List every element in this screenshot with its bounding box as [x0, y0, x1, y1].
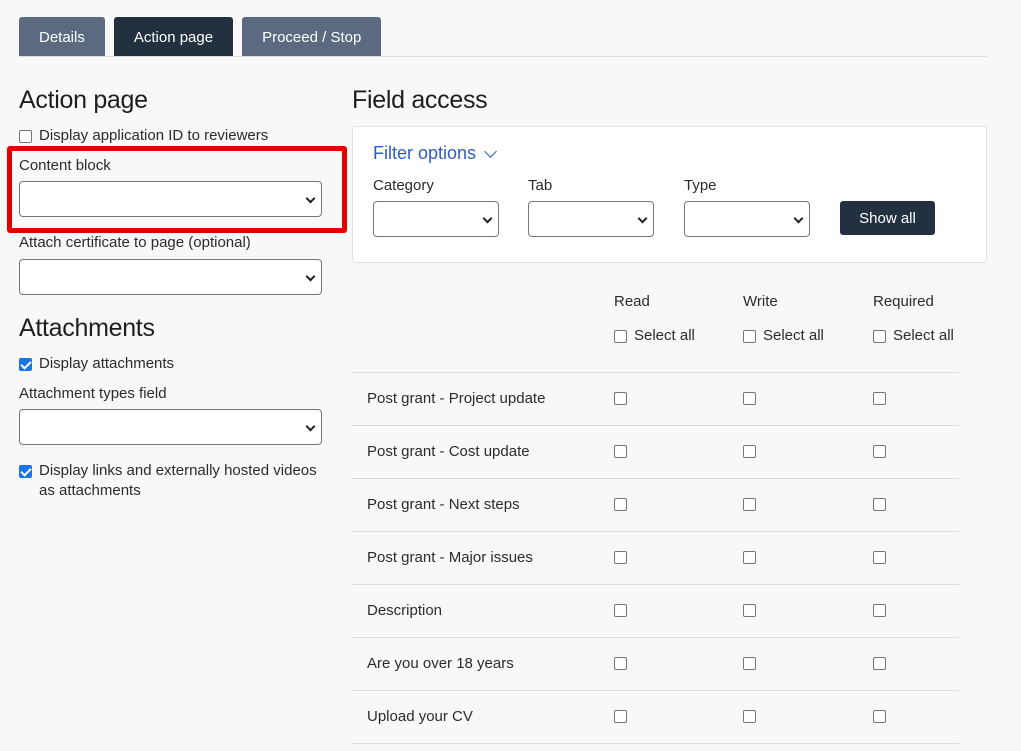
- filter-options-toggle[interactable]: Filter options: [373, 143, 497, 164]
- read-checkbox[interactable]: [614, 710, 627, 723]
- row-divider: [352, 372, 959, 373]
- table-row-label: Description: [367, 602, 443, 619]
- write-checkbox[interactable]: [743, 445, 756, 458]
- required-checkbox[interactable]: [873, 604, 886, 617]
- display-links-checkbox[interactable]: [19, 465, 32, 478]
- display-app-id-label: Display application ID to reviewers: [39, 127, 269, 144]
- display-app-id-checkbox[interactable]: [19, 130, 32, 143]
- type-label: Type: [684, 177, 717, 194]
- chevron-down-icon: [305, 193, 316, 204]
- filter-panel: Filter options Category Tab Type Show al…: [352, 126, 987, 263]
- display-links-row: Display links and externally hosted vide…: [19, 462, 317, 501]
- select-all-read: Select all: [614, 327, 695, 346]
- category-select[interactable]: [373, 201, 499, 237]
- display-app-id-row: Display application ID to reviewers: [19, 127, 268, 146]
- column-write: Write: [743, 293, 778, 310]
- table-row-label: Post grant - Project update: [367, 390, 546, 407]
- content-block-select[interactable]: [19, 181, 322, 217]
- chevron-down-icon: [305, 271, 316, 282]
- required-checkbox[interactable]: [873, 657, 886, 670]
- required-checkbox[interactable]: [873, 392, 886, 405]
- read-checkbox[interactable]: [614, 498, 627, 511]
- row-divider: [352, 690, 959, 691]
- select-all-required-checkbox[interactable]: [873, 330, 886, 343]
- display-links-label: Display links and externally hosted vide…: [39, 462, 317, 499]
- select-all-read-checkbox[interactable]: [614, 330, 627, 343]
- chevron-down-icon: [305, 421, 316, 432]
- read-checkbox[interactable]: [614, 445, 627, 458]
- row-divider: [352, 584, 959, 585]
- display-attachments-label: Display attachments: [39, 355, 175, 372]
- write-checkbox[interactable]: [743, 710, 756, 723]
- required-checkbox[interactable]: [873, 551, 886, 564]
- write-checkbox[interactable]: [743, 604, 756, 617]
- attachment-types-select[interactable]: [19, 409, 322, 445]
- chevron-down-icon: [484, 144, 497, 158]
- required-checkbox[interactable]: [873, 710, 886, 723]
- category-label: Category: [373, 177, 434, 194]
- display-attachments-row: Display attachments: [19, 355, 174, 374]
- required-checkbox[interactable]: [873, 498, 886, 511]
- tab-action-page[interactable]: Action page: [113, 17, 234, 57]
- attachments-heading: Attachments: [19, 314, 155, 342]
- display-attachments-checkbox[interactable]: [19, 358, 32, 371]
- row-divider: [352, 531, 959, 532]
- field-access-heading: Field access: [352, 86, 488, 114]
- write-checkbox[interactable]: [743, 498, 756, 511]
- action-page-heading: Action page: [19, 86, 148, 114]
- row-divider: [352, 743, 959, 744]
- show-all-button[interactable]: Show all: [840, 201, 935, 235]
- row-divider: [352, 478, 959, 479]
- table-row-label: Are you over 18 years: [367, 655, 514, 672]
- write-checkbox[interactable]: [743, 392, 756, 405]
- tabs-divider: [19, 56, 987, 57]
- tab-proceed-stop[interactable]: Proceed / Stop: [242, 17, 382, 57]
- tab-bar: Details Action page Proceed / Stop: [19, 17, 382, 57]
- write-checkbox[interactable]: [743, 657, 756, 670]
- chevron-down-icon: [637, 213, 648, 224]
- table-row-label: Post grant - Major issues: [367, 549, 533, 566]
- content-block-label: Content block: [19, 157, 111, 174]
- column-read: Read: [614, 293, 650, 310]
- tab-filter-label: Tab: [528, 177, 553, 194]
- certificate-label: Attach certificate to page (optional): [19, 234, 251, 251]
- type-select[interactable]: [684, 201, 810, 237]
- tab-details[interactable]: Details: [19, 17, 105, 57]
- read-checkbox[interactable]: [614, 604, 627, 617]
- read-checkbox[interactable]: [614, 392, 627, 405]
- table-row-label: Upload your CV: [367, 708, 473, 725]
- select-all-write-checkbox[interactable]: [743, 330, 756, 343]
- column-required: Required: [873, 293, 934, 310]
- certificate-select[interactable]: [19, 259, 322, 295]
- table-row-label: Post grant - Cost update: [367, 443, 530, 460]
- tab-filter-select[interactable]: [528, 201, 654, 237]
- required-checkbox[interactable]: [873, 445, 886, 458]
- attachment-types-label: Attachment types field: [19, 385, 167, 402]
- select-all-write: Select all: [743, 327, 824, 346]
- chevron-down-icon: [793, 213, 804, 224]
- read-checkbox[interactable]: [614, 551, 627, 564]
- row-divider: [352, 637, 959, 638]
- write-checkbox[interactable]: [743, 551, 756, 564]
- table-row-label: Post grant - Next steps: [367, 496, 520, 513]
- read-checkbox[interactable]: [614, 657, 627, 670]
- select-all-required: Select all: [873, 327, 954, 346]
- row-divider: [352, 425, 959, 426]
- chevron-down-icon: [482, 213, 493, 224]
